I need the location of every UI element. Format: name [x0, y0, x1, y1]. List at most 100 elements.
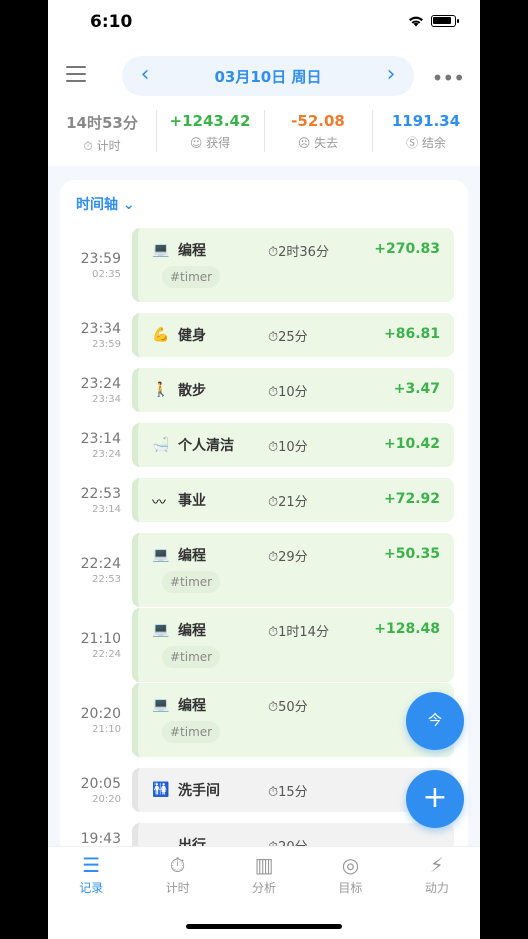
header: ‹ 03月10日 周日 › •••	[48, 52, 480, 98]
entry-start-time: 23:59	[80, 251, 121, 267]
stat-timed: 14时53分 ⏱ 计时	[48, 106, 156, 162]
tab-timer[interactable]: ⏱ 计时	[134, 847, 220, 906]
entry-start-time: 21:10	[80, 631, 121, 647]
tab-records[interactable]: ☰ 记录	[48, 847, 134, 906]
entry-name: 编程	[178, 243, 206, 259]
entry-end-time: 23:59	[92, 339, 121, 350]
entry-card[interactable]: 🚶 散步 ⏱10分 +3.47	[132, 368, 454, 412]
entry-tag[interactable]: #timer	[162, 571, 221, 593]
entry-icon: 💻	[152, 697, 170, 713]
stat-value: -52.08	[291, 112, 345, 130]
entry-earned: +86.81	[383, 326, 440, 342]
timeline-entry[interactable]: 22:53 23:14 〰事业 ⏱21分 +72.92	[60, 478, 468, 522]
entry-tag[interactable]: #timer	[162, 646, 221, 668]
entry-card[interactable]: 💻 编程 ⏱1时14分 +128.48 #timer	[132, 608, 454, 682]
goals-icon: ◎	[341, 853, 360, 877]
timeline-entry[interactable]: 22:24 22:53 💻 编程 ⏱29分 +50.35 #timer	[60, 533, 468, 607]
entry-duration: ⏱1时14分	[268, 625, 329, 640]
entry-start-time: 23:24	[80, 376, 121, 392]
entry-icon: 〰	[152, 495, 166, 511]
current-date[interactable]: 03月10日 周日	[122, 66, 414, 87]
entry-end-time: 22:53	[92, 574, 121, 585]
entry-start-time: 22:53	[80, 486, 121, 502]
motivation-icon: ⚡	[429, 853, 444, 877]
entry-name: 编程	[178, 623, 206, 639]
records-icon: ☰	[82, 853, 101, 877]
entry-start-time: 23:14	[80, 431, 121, 447]
tab-analysis[interactable]: ▥ 分析	[221, 847, 307, 906]
entry-start-time: 23:34	[80, 321, 121, 337]
entry-card[interactable]: 🛁 个人清洁 ⏱10分 +10.42	[132, 423, 454, 467]
timeline-entry[interactable]: 23:24 23:34 🚶 散步 ⏱10分 +3.47	[60, 368, 468, 412]
entry-end-time: 02:35	[92, 269, 121, 280]
entry-name: 散步	[178, 383, 206, 399]
entry-name: 健身	[178, 328, 206, 344]
entry-earned: +3.47	[393, 381, 440, 397]
entry-card[interactable]: 💻 编程 ⏱29分 +50.35 #timer	[132, 533, 454, 607]
stat-lost: -52.08 ☹ 失去	[264, 106, 372, 162]
entry-card[interactable]: 💪 健身 ⏱25分 +86.81	[132, 313, 454, 357]
stat-value: +1243.42	[169, 112, 251, 130]
entry-duration: ⏱10分	[268, 385, 308, 400]
timeline-entry[interactable]: 21:10 22:24 💻 编程 ⏱1时14分 +128.48 #timer	[60, 608, 468, 682]
entry-duration: ⏱21分	[268, 495, 308, 510]
menu-icon[interactable]	[66, 66, 86, 82]
entry-start-time: 20:05	[80, 776, 121, 792]
entry-start-time: 20:20	[80, 706, 121, 722]
tab-label: 记录	[79, 881, 104, 895]
stat-balance: 1191.34 Ⓢ 结余	[372, 106, 480, 162]
entry-card[interactable]: 〰事业 ⏱21分 +72.92	[132, 478, 454, 522]
add-record-button[interactable]: +	[406, 770, 464, 828]
stat-label: ☹ 失去	[297, 136, 339, 150]
app-screen: 6:10 ‹ 03月10日 周日 › ••• 14时53分 ⏱ 计时 +1243.4…	[48, 0, 480, 939]
stat-earned: +1243.42 ☺ 获得	[156, 106, 264, 162]
next-day-button[interactable]: ›	[376, 62, 406, 87]
entry-name: 个人清洁	[178, 438, 234, 454]
timeline-dropdown[interactable]: 时间轴 ⌄	[76, 194, 135, 214]
entry-icon: 💻	[152, 547, 170, 563]
home-indicator	[186, 924, 342, 929]
stat-value: 14时53分	[66, 114, 138, 132]
entry-tag[interactable]: #timer	[162, 266, 221, 288]
today-button[interactable]: 今	[406, 692, 464, 750]
entry-card[interactable]: 💻 编程 ⏱2时36分 +270.83 #timer	[132, 228, 454, 302]
entry-icon: 🚻	[152, 782, 170, 798]
entry-end-time: 21:10	[92, 724, 121, 735]
entry-duration: ⏱25分	[268, 330, 308, 345]
entry-icon: 💪	[152, 327, 170, 343]
stat-value: 1191.34	[391, 112, 461, 130]
timeline-entry[interactable]: 23:14 23:24 🛁 个人清洁 ⏱10分 +10.42	[60, 423, 468, 467]
entry-end-time: 20:20	[92, 794, 121, 805]
entry-icon: 🛁	[152, 437, 170, 453]
tab-goals[interactable]: ◎ 目标	[307, 847, 393, 906]
wifi-icon	[409, 16, 423, 27]
timeline-entry[interactable]: 23:59 02:35 💻 编程 ⏱2时36分 +270.83 #timer	[60, 228, 468, 302]
timeline-entry[interactable]: 23:34 23:59 💪 健身 ⏱25分 +86.81	[60, 313, 468, 357]
entry-name: 事业	[178, 493, 206, 509]
analysis-icon: ▥	[254, 853, 274, 877]
entry-name: 编程	[178, 548, 206, 564]
entry-card[interactable]: 🚻 洗手间 ⏱15分	[132, 768, 454, 812]
entry-earned: +128.48	[374, 621, 440, 637]
stat-label: ⏱ 计时	[83, 139, 121, 153]
stat-label: ☺ 获得	[189, 136, 231, 150]
entry-start-time: 19:43	[80, 831, 121, 847]
entry-duration: ⏱15分	[268, 785, 308, 800]
tab-label: 目标	[338, 881, 363, 895]
entry-duration: ⏱2时36分	[268, 245, 329, 260]
entry-name: 编程	[178, 698, 206, 714]
entry-end-time: 22:24	[92, 649, 121, 660]
battery-icon	[431, 14, 459, 27]
tab-label: 分析	[252, 881, 277, 895]
more-icon[interactable]: •••	[432, 66, 465, 90]
entry-duration: ⏱10分	[268, 440, 308, 455]
date-selector: ‹ 03月10日 周日 ›	[122, 56, 414, 96]
entry-name: 洗手间	[178, 783, 220, 799]
entry-tag[interactable]: #timer	[162, 721, 221, 743]
stat-label: Ⓢ 结余	[406, 136, 446, 150]
timeline-card: 时间轴 ⌄ 23:59 02:35 💻 编程 ⏱2时36分 +270.83 #timer 23…	[60, 180, 468, 860]
tab-motivation[interactable]: ⚡ 动力	[394, 847, 480, 906]
entry-icon: 💻	[152, 622, 170, 638]
timer-icon: ⏱	[169, 853, 186, 877]
entry-icon: 🚶	[152, 382, 170, 398]
